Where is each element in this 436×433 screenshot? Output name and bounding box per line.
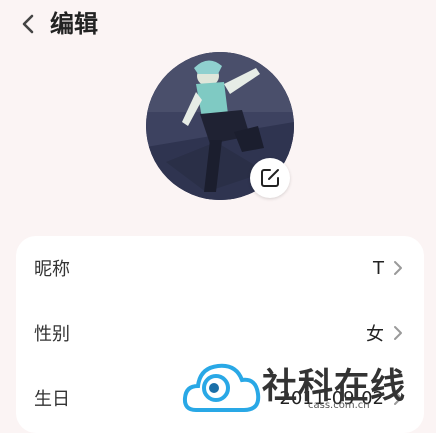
chevron-right-icon bbox=[392, 389, 404, 407]
chevron-left-icon bbox=[22, 14, 34, 34]
chevron-right-icon bbox=[392, 259, 404, 277]
edit-avatar-button[interactable] bbox=[250, 158, 290, 198]
birthday-row[interactable]: 生日 2011-09-02 bbox=[16, 366, 424, 430]
top-bar: 编辑 bbox=[0, 0, 436, 50]
page-title: 编辑 bbox=[50, 10, 98, 38]
nickname-row[interactable]: 昵称 T bbox=[16, 236, 424, 300]
birthday-value: 2011-09-02 bbox=[279, 387, 384, 409]
avatar-section bbox=[146, 52, 294, 200]
birthday-label: 生日 bbox=[34, 389, 70, 410]
gender-value: 女 bbox=[366, 324, 384, 345]
gender-row[interactable]: 性别 女 bbox=[16, 301, 424, 365]
gender-label: 性别 bbox=[34, 324, 70, 345]
back-button[interactable] bbox=[14, 10, 42, 38]
chevron-right-icon bbox=[392, 324, 404, 342]
nickname-value: T bbox=[373, 257, 384, 279]
nickname-label: 昵称 bbox=[34, 259, 70, 280]
edit-square-icon bbox=[261, 169, 279, 187]
profile-card: 昵称 T 性别 女 生日 2011-09-02 bbox=[16, 236, 424, 433]
